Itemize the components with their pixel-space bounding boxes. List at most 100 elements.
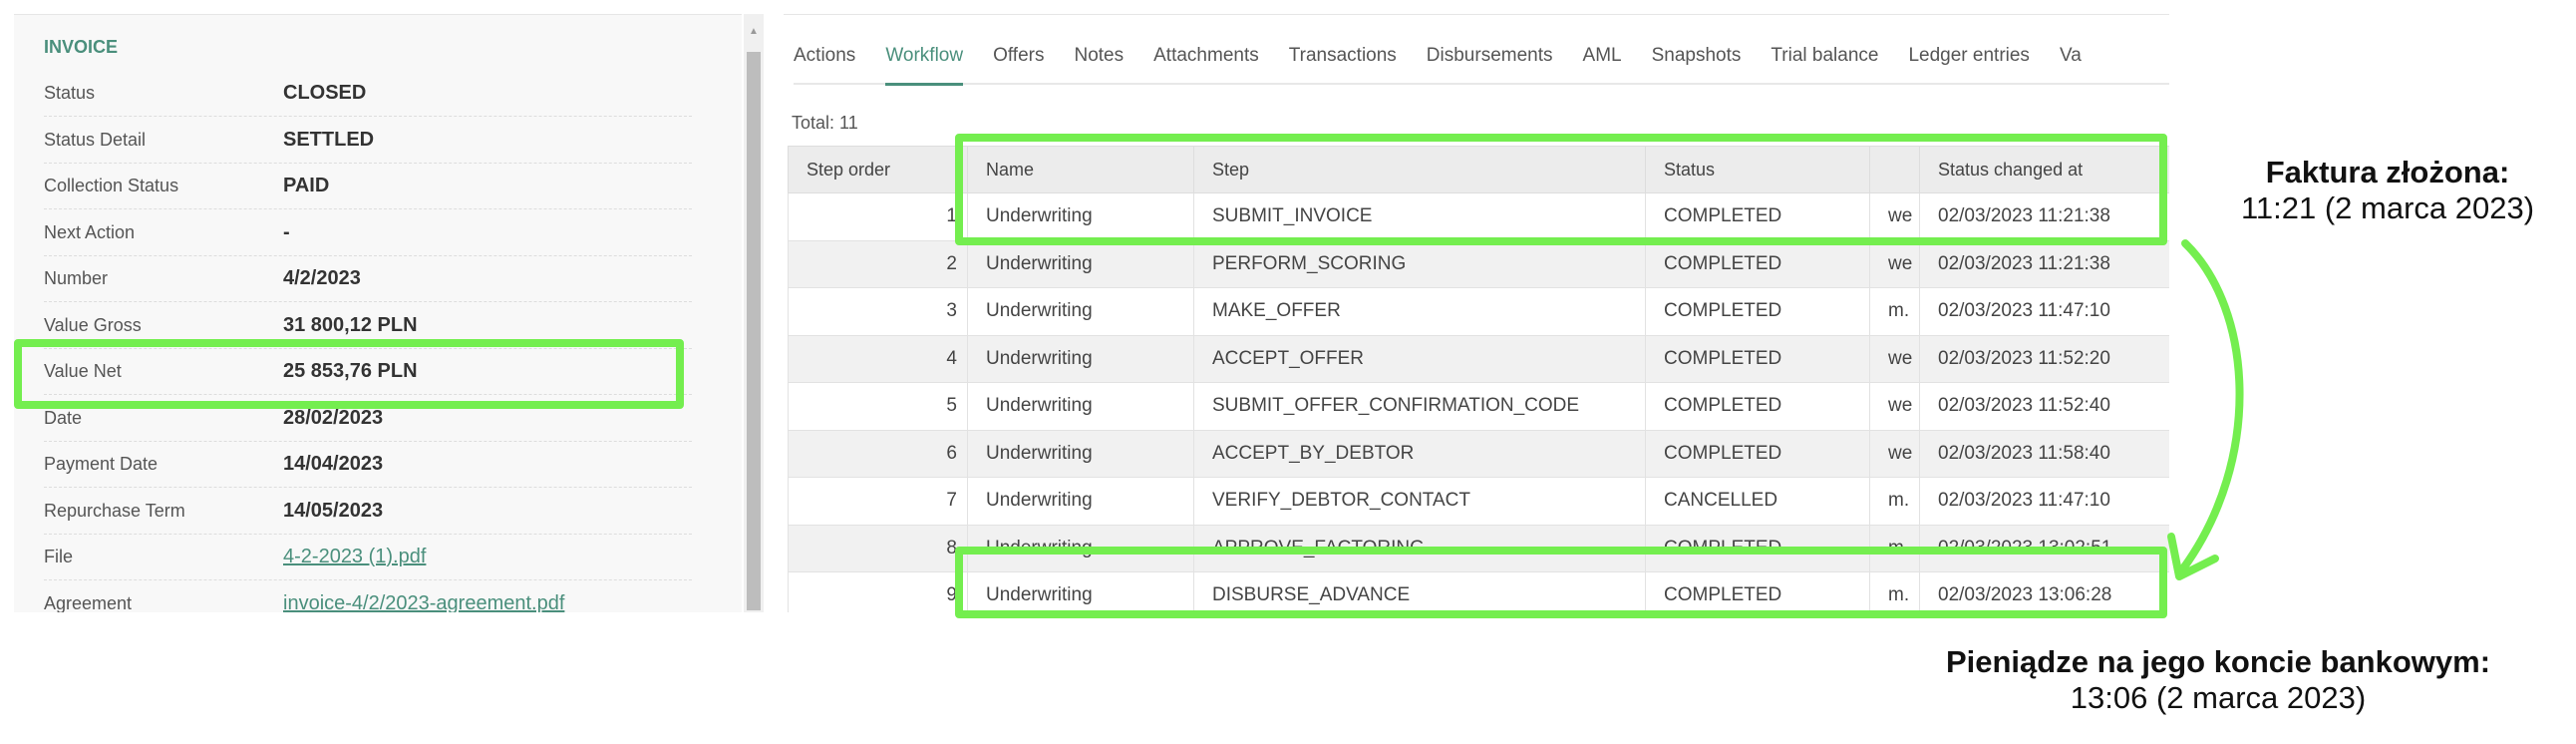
table-cell: 02/03/2023 11:52:20 (1919, 334, 2169, 383)
field-value: CLOSED (283, 82, 366, 105)
tab-transactions[interactable]: Transactions (1289, 45, 1397, 67)
table-cell: 4 (788, 334, 968, 383)
table-cell: 02/03/2023 11:52:40 (1919, 382, 2169, 431)
field-row: Repurchase Term 14/05/2023 (44, 489, 692, 535)
tab-offers[interactable]: Offers (993, 45, 1044, 67)
table-row[interactable]: 3 Underwriting MAKE_OFFER COMPLETED m. 02/03/… (788, 287, 2169, 336)
highlight-disburse-advance (955, 547, 2167, 618)
table-cell: ACCEPT_BY_DEBTOR (1193, 429, 1646, 478)
field-value-text: 4/2/2023 (283, 267, 361, 289)
field-row: Agreement invoice-4/2/2023-agreement.pdf (44, 581, 692, 613)
table-cell: 2 (788, 239, 968, 288)
field-value-text: CLOSED (283, 82, 367, 104)
tab-aml[interactable]: AML (1583, 45, 1622, 67)
highlight-submit-invoice (955, 134, 2167, 245)
table-cell: Underwriting (967, 334, 1194, 383)
table-cell: we (1869, 334, 1920, 383)
table-cell: COMPLETED (1645, 429, 1870, 478)
file-link[interactable]: 4-2-2023 (1).pdf (283, 546, 426, 567)
field-label: Payment Date (44, 454, 159, 474)
tab-workflow[interactable]: Workflow (885, 45, 964, 86)
field-value: 28/02/2023 (283, 407, 383, 430)
invoice-title: INVOICE (44, 37, 119, 57)
tab-actions[interactable]: Actions (794, 45, 855, 67)
table-row[interactable]: 5 Underwriting SUBMIT_OFFER_CONFIRMATION_C… (788, 382, 2169, 431)
table-cell: PERFORM_SCORING (1193, 239, 1646, 288)
table-cell: COMPLETED (1645, 334, 1870, 383)
annotation-paid: Pieniądze na jego koncie bankowym: 13:06… (1894, 644, 2542, 716)
tab-bar: Actions Workflow Offers Notes Attachments Tra… (794, 45, 2169, 86)
field-label: Agreement (44, 592, 133, 613)
table-cell: VERIFY_DEBTOR_CONTACT (1193, 477, 1646, 526)
tab-attachments[interactable]: Attachments (1153, 45, 1259, 67)
annotation-paid-title: Pieniądze na jego koncie bankowym: (1945, 644, 2491, 679)
field-value-text: 31 800,12 PLN (283, 313, 418, 336)
column-header[interactable]: Step order (788, 146, 968, 193)
table-cell: COMPLETED (1645, 382, 1870, 431)
workflow-panel: Actions Workflow Offers Notes Attachments Tra… (784, 14, 2169, 612)
table-cell: m. (1869, 477, 1920, 526)
table-cell: SUBMIT_OFFER_CONFIRMATION_CODE (1193, 382, 1646, 431)
tab-trial-balance[interactable]: Trial balance (1771, 45, 1878, 67)
table-cell: 9 (788, 571, 968, 612)
field-label: Repurchase Term (44, 500, 185, 521)
field-row: Number 4/2/2023 (44, 256, 692, 302)
scrollbar[interactable]: ▲ (744, 14, 764, 612)
table-cell: we (1869, 239, 1920, 288)
table-cell: we (1869, 429, 1920, 478)
arrow-icon (2167, 239, 2244, 580)
field-value-text: SETTLED (283, 128, 375, 151)
field-value-text: - (283, 220, 290, 243)
field-row: Status Detail SETTLED (44, 118, 692, 164)
tab-va[interactable]: Va (2060, 45, 2082, 67)
tab-disbursements[interactable]: Disbursements (1427, 45, 1553, 67)
field-label: Collection Status (44, 176, 179, 195)
table-cell: COMPLETED (1645, 239, 1870, 288)
table-row[interactable]: 2 Underwriting PERFORM_SCORING COMPLETED we 0… (788, 239, 2169, 288)
field-label: Status (44, 83, 96, 103)
field-value-text: PAID (283, 175, 330, 196)
tab-ledger-entries[interactable]: Ledger entries (1908, 45, 2029, 67)
field-value-text: 14/05/2023 (283, 499, 384, 522)
table-cell: 5 (788, 382, 968, 431)
highlight-value-net (14, 339, 684, 409)
table-row[interactable]: 4 Underwriting ACCEPT_OFFER COMPLETED we 02/0… (788, 334, 2169, 383)
field-value[interactable]: 4-2-2023 (1).pdf (283, 546, 426, 568)
tab-notes[interactable]: Notes (1074, 45, 1124, 67)
scrollbar-thumb[interactable] (747, 52, 761, 610)
table-cell: Underwriting (967, 239, 1194, 288)
scroll-up-icon[interactable]: ▲ (749, 26, 759, 37)
field-value[interactable]: invoice-4/2/2023-agreement.pdf (283, 592, 564, 613)
field-label: File (44, 547, 74, 566)
field-label: Value Gross (44, 314, 142, 335)
table-cell: we (1869, 382, 1920, 431)
field-row: Status CLOSED (44, 71, 692, 117)
field-value: 14/05/2023 (283, 500, 383, 523)
field-value: SETTLED (283, 129, 374, 152)
field-label: Status Detail (44, 129, 147, 150)
field-value: - (283, 221, 290, 244)
table-cell: 3 (788, 287, 968, 336)
tab-snapshots[interactable]: Snapshots (1652, 45, 1742, 67)
table-row[interactable]: 7 Underwriting VERIFY_DEBTOR_CONTACT CANCEL… (788, 477, 2169, 526)
field-row: Collection Status PAID (44, 164, 692, 209)
field-value: 31 800,12 PLN (283, 314, 418, 337)
table-cell: ACCEPT_OFFER (1193, 334, 1646, 383)
invoice-panel: INVOICE Status CLOSED Status Detail SETTLED… (14, 14, 742, 612)
annotation-paid-time: 13:06 (2 marca 2023) (2070, 680, 2367, 715)
field-label: Number (44, 268, 109, 288)
table-cell: COMPLETED (1645, 287, 1870, 336)
table-row[interactable]: 6 Underwriting ACCEPT_BY_DEBTOR COMPLETED we… (788, 429, 2169, 478)
field-label: Next Action (44, 221, 136, 242)
field-value-text: 14/04/2023 (283, 453, 384, 475)
table-cell: 02/03/2023 11:21:38 (1919, 239, 2169, 288)
table-cell: 6 (788, 429, 968, 478)
table-cell: 8 (788, 524, 968, 572)
field-value: 4/2/2023 (283, 267, 361, 290)
table-cell: 02/03/2023 11:58:40 (1919, 429, 2169, 478)
file-link[interactable]: invoice-4/2/2023-agreement.pdf (283, 592, 564, 613)
field-row: File 4-2-2023 (1).pdf (44, 535, 692, 580)
table-cell: 02/03/2023 11:47:10 (1919, 477, 2169, 526)
field-row: Payment Date 14/04/2023 (44, 442, 692, 488)
table-cell: MAKE_OFFER (1193, 287, 1646, 336)
